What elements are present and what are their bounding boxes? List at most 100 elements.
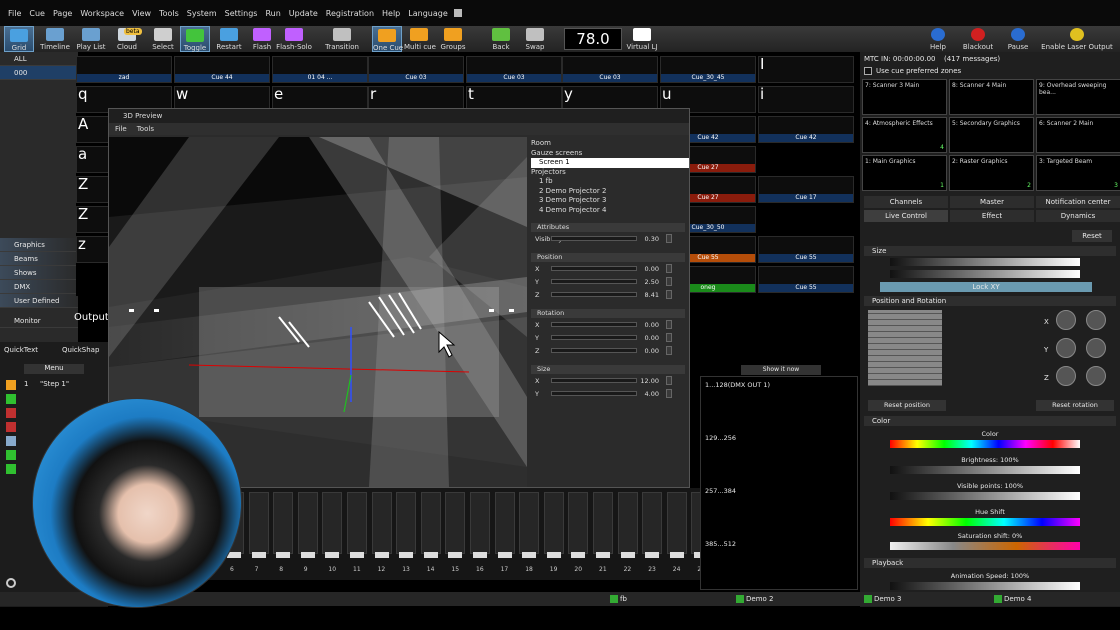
fader-knob[interactable]: [399, 552, 414, 558]
spin-button[interactable]: [666, 320, 672, 329]
menu-item-update[interactable]: Update: [285, 9, 322, 18]
fader-track[interactable]: [642, 492, 663, 554]
menu-item-run[interactable]: Run: [261, 9, 284, 18]
menu-item-view[interactable]: View: [128, 9, 155, 18]
property-value[interactable]: 8.41: [639, 291, 659, 299]
size-slider[interactable]: [890, 270, 1080, 278]
cue-cell[interactable]: Cue 42: [758, 116, 854, 143]
menu-item-help[interactable]: Help: [378, 9, 404, 18]
spin-button[interactable]: [666, 389, 672, 398]
zone-monitor[interactable]: 7: Scanner 3 Main: [862, 79, 947, 115]
cue-cell[interactable]: Cue 44: [174, 56, 270, 83]
section-header[interactable]: Size: [864, 246, 1116, 256]
toolbar-timeline-button[interactable]: Timeline: [40, 26, 70, 52]
tree-item[interactable]: Room: [531, 139, 689, 149]
fader-track[interactable]: [494, 492, 515, 554]
fader-track[interactable]: [519, 492, 540, 554]
zone-monitor[interactable]: 4: Atmospheric Effects 4: [862, 117, 947, 153]
section-header[interactable]: Color: [864, 416, 1116, 426]
page-category-item[interactable]: User Defined: [0, 294, 78, 308]
menu-item-registration[interactable]: Registration: [322, 9, 378, 18]
property-slider[interactable]: [551, 292, 637, 297]
toolbar-virtual-lj-button[interactable]: Virtual LJ: [624, 26, 660, 52]
globe-icon[interactable]: [453, 9, 462, 17]
toolbar-toggle-button[interactable]: Toggle: [180, 26, 210, 52]
fader-knob[interactable]: [596, 552, 610, 558]
show-it-now-button[interactable]: Show it now: [741, 365, 821, 375]
toolbar-multi-cue-button[interactable]: Multi cue: [404, 26, 436, 52]
zone-monitor[interactable]: 2: Raster Graphics 2: [949, 155, 1034, 191]
cue-cell[interactable]: Cue 03: [562, 56, 658, 83]
fader-track[interactable]: [470, 492, 490, 554]
property-slider[interactable]: [551, 391, 637, 396]
projector-status[interactable]: Demo 2: [746, 592, 773, 606]
toolbar-play-list-button[interactable]: Play List: [76, 26, 106, 52]
fader-knob[interactable]: [448, 552, 463, 558]
reset-button[interactable]: Reset: [1072, 230, 1112, 242]
toolbar-one-cue-button[interactable]: One Cue: [372, 26, 403, 52]
section-header[interactable]: Rotation: [531, 309, 685, 318]
preview-menu-tools[interactable]: Tools: [137, 125, 154, 133]
fader-knob[interactable]: [571, 552, 586, 558]
lock-xy-button[interactable]: Lock XY: [880, 282, 1092, 292]
fader-knob[interactable]: [423, 552, 438, 558]
preview-menu-file[interactable]: File: [115, 125, 127, 133]
tree-item[interactable]: 1 fb: [531, 177, 689, 187]
menu-item-page[interactable]: Page: [49, 9, 76, 18]
fader-track[interactable]: [322, 492, 343, 554]
projector-status[interactable]: Demo 3: [874, 592, 901, 606]
reset-position-button[interactable]: Reset position: [868, 400, 946, 411]
rotation-knob[interactable]: [1056, 310, 1076, 330]
side-tool-icon[interactable]: [6, 422, 16, 432]
fader-track[interactable]: [568, 492, 589, 554]
zone-monitor[interactable]: 1: Main Graphics 1: [862, 155, 947, 191]
tab[interactable]: Channels: [864, 196, 948, 208]
cue-cell[interactable]: zad: [76, 56, 172, 83]
fader-knob[interactable]: [669, 552, 684, 558]
cue-cell[interactable]: Cue 17: [758, 176, 854, 203]
zone-monitor[interactable]: 3: Targeted Beam 3: [1036, 155, 1120, 191]
side-tool-icon[interactable]: [6, 436, 16, 446]
side-tool-icon[interactable]: [6, 464, 16, 474]
rotation-knob[interactable]: [1056, 338, 1076, 358]
cue-cell[interactable]: Cue_30_45: [660, 56, 756, 83]
quicktext-tab[interactable]: QuickText: [4, 346, 38, 354]
slider-bar[interactable]: [890, 542, 1080, 550]
cue-cell[interactable]: Cue 55: [758, 236, 854, 263]
tree-item[interactable]: Screen 1: [531, 158, 689, 168]
fader-track[interactable]: [371, 492, 392, 554]
checkbox[interactable]: [864, 67, 872, 75]
tab[interactable]: Effect: [950, 210, 1034, 222]
fader-track[interactable]: [617, 492, 638, 554]
page-item[interactable]: 000: [0, 66, 78, 80]
property-slider[interactable]: [551, 348, 637, 353]
fader-track[interactable]: [666, 492, 687, 554]
toolbar-blackout-button[interactable]: Blackout: [960, 26, 996, 52]
menu-item-tools[interactable]: Tools: [155, 9, 183, 18]
tab[interactable]: Notification center: [1036, 196, 1120, 208]
fader-knob[interactable]: [251, 552, 266, 558]
slider-bar[interactable]: [890, 440, 1080, 448]
fader-track[interactable]: [593, 492, 613, 554]
fader-knob[interactable]: [546, 552, 561, 558]
reset-rotation-button[interactable]: Reset rotation: [1036, 400, 1114, 411]
property-value[interactable]: 0.00: [639, 321, 659, 329]
property-slider[interactable]: [551, 236, 637, 241]
zone-monitor[interactable]: 5: Secondary Graphics: [949, 117, 1034, 153]
toolbar-select-button[interactable]: Select: [148, 26, 178, 52]
property-value[interactable]: 0.00: [639, 265, 659, 273]
fader-knob[interactable]: [325, 552, 340, 558]
spin-button[interactable]: [666, 234, 672, 243]
toolbar-transition-button[interactable]: Transition: [322, 26, 362, 52]
tree-item[interactable]: Gauze screens: [531, 149, 689, 159]
slider-bar[interactable]: [890, 466, 1080, 474]
menu-item-language[interactable]: Language: [404, 9, 451, 18]
property-value[interactable]: 2.50: [639, 278, 659, 286]
page-category-item[interactable]: DMX: [0, 280, 78, 294]
fader-knob[interactable]: [497, 552, 512, 558]
fader-track[interactable]: [396, 492, 417, 554]
menu-item-cue[interactable]: Cue: [25, 9, 49, 18]
projector-status[interactable]: Demo 4: [1004, 592, 1031, 606]
tree-item[interactable]: 4 Demo Projector 4: [531, 206, 689, 216]
fader-knob[interactable]: [522, 552, 537, 558]
